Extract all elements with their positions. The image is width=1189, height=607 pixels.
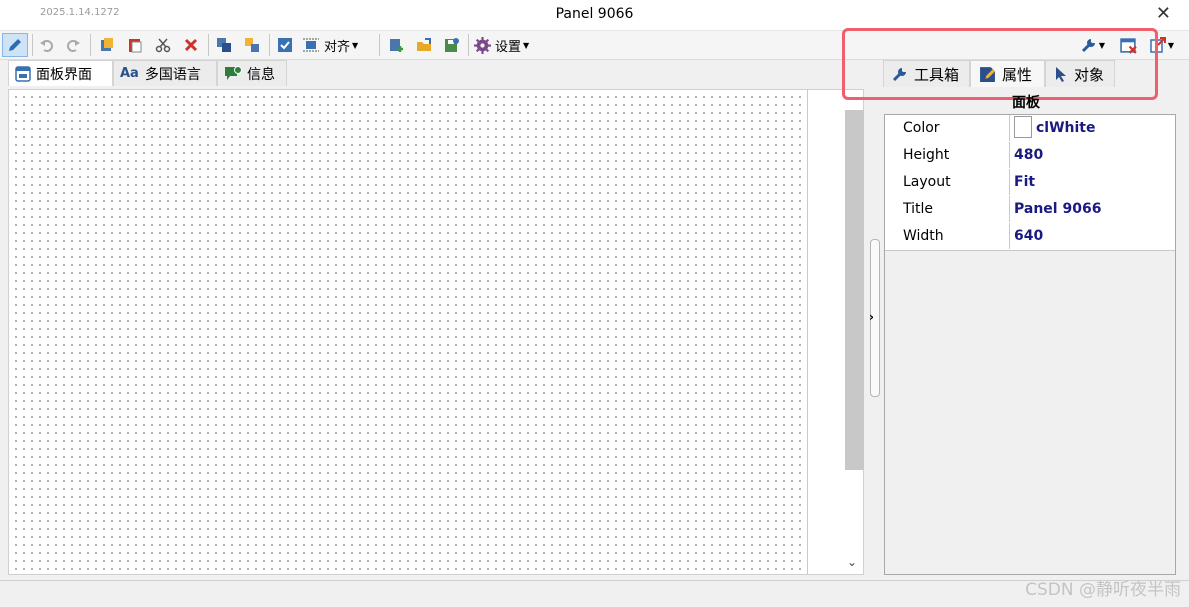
bring-front-icon <box>217 38 231 52</box>
settings-label: 设置 <box>495 39 522 55</box>
save-button[interactable] <box>441 33 463 57</box>
property-name: Height <box>885 142 1010 168</box>
cut-button[interactable] <box>152 33 174 57</box>
property-grid: Color clWhite Height 480 Layout Fit Titl… <box>884 114 1176 575</box>
chevron-right-icon[interactable]: › <box>869 310 874 324</box>
save-icon <box>445 38 459 52</box>
add-icon <box>390 39 403 52</box>
panel-icon <box>15 65 31 82</box>
align-label: 对齐 <box>324 39 351 55</box>
splitter[interactable]: › <box>867 89 881 575</box>
gear-icon <box>474 36 491 54</box>
message-icon <box>225 65 242 80</box>
tab-label: 面板界面 <box>36 66 92 83</box>
title-bar: 2025.1.14.1272 Panel 9066 ✕ <box>0 0 1189 30</box>
pencil-icon <box>9 39 21 51</box>
undo-icon <box>40 40 53 52</box>
close-button[interactable]: ✕ <box>1156 3 1171 24</box>
delete-icon <box>184 38 198 52</box>
property-value[interactable]: Fit <box>1014 169 1035 195</box>
property-name: Width <box>885 223 1010 249</box>
align-icon <box>303 38 319 52</box>
watermark: CSDN @静听夜半雨 <box>1025 580 1181 600</box>
property-row-layout[interactable]: Layout Fit <box>885 169 1175 197</box>
send-back-icon <box>245 38 259 52</box>
property-value[interactable]: 480 <box>1014 142 1043 168</box>
scroll-down-icon[interactable]: ⌄ <box>847 555 857 569</box>
add-button[interactable] <box>385 33 407 57</box>
tab-label: 多国语言 <box>144 66 201 83</box>
color-swatch <box>1014 116 1032 138</box>
design-canvas[interactable]: ⌄ <box>8 89 864 575</box>
bring-to-front-button[interactable] <box>213 33 235 57</box>
vertical-scrollbar[interactable] <box>845 110 864 470</box>
property-value[interactable]: clWhite <box>1014 115 1096 141</box>
tab-label: 信息 <box>247 66 275 83</box>
send-to-back-button[interactable] <box>241 33 263 57</box>
property-name: Color <box>885 115 1010 141</box>
property-row-width[interactable]: Width 640 <box>885 223 1175 251</box>
chevron-down-icon: ▼ <box>1167 40 1175 50</box>
paste-button[interactable] <box>124 33 146 57</box>
redo-icon <box>67 40 80 52</box>
language-icon: Aa <box>120 66 139 81</box>
property-value[interactable]: 640 <box>1014 223 1043 249</box>
align-dropdown[interactable]: 对齐 ▼ <box>302 33 374 57</box>
delete-button[interactable] <box>180 33 202 57</box>
dot-grid[interactable] <box>9 90 808 574</box>
property-value[interactable]: Panel 9066 <box>1014 196 1101 222</box>
design-mode-button[interactable] <box>2 33 28 57</box>
copy-icon <box>101 38 113 51</box>
property-row-height[interactable]: Height 480 <box>885 142 1175 170</box>
tab-languages[interactable]: Aa 多国语言 <box>113 60 217 86</box>
redo-button[interactable] <box>62 33 84 57</box>
properties-header: 面板 <box>1012 95 1040 111</box>
check-icon <box>278 38 292 52</box>
cut-icon <box>155 38 171 53</box>
tab-panel-ui[interactable]: 面板界面 <box>8 60 113 86</box>
property-row-color[interactable]: Color clWhite <box>885 115 1175 143</box>
annotation-highlight <box>842 28 1158 100</box>
check-button[interactable] <box>274 33 296 57</box>
open-button[interactable] <box>413 33 435 57</box>
status-bar <box>0 580 1189 607</box>
window-title: Panel 9066 <box>555 6 634 22</box>
copy-button[interactable] <box>96 33 118 57</box>
undo-button[interactable] <box>36 33 58 57</box>
settings-dropdown[interactable]: 设置 ▼ <box>474 33 542 57</box>
chevron-down-icon: ▼ <box>523 40 530 50</box>
property-name: Title <box>885 196 1010 222</box>
open-icon <box>417 38 431 51</box>
chevron-down-icon: ▼ <box>352 40 359 50</box>
property-name: Layout <box>885 169 1010 195</box>
tab-info[interactable]: 信息 <box>217 60 287 86</box>
paste-icon <box>129 39 142 53</box>
property-row-title[interactable]: Title Panel 9066 <box>885 196 1175 224</box>
